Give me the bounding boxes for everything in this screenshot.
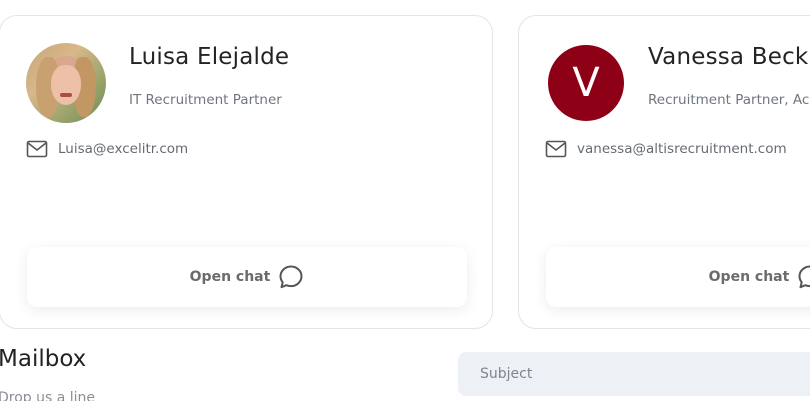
contact-email[interactable]: vanessa@altisrecruitment.com: [577, 141, 787, 157]
avatar: [26, 43, 106, 123]
open-chat-label: Open chat: [189, 269, 271, 285]
chat-bubble-icon: [798, 265, 810, 289]
envelope-icon: [26, 140, 48, 158]
chat-bubble-icon: [279, 265, 303, 289]
open-chat-button[interactable]: Open chat: [546, 247, 810, 307]
open-chat-label: Open chat: [708, 269, 790, 285]
avatar: V: [548, 45, 624, 121]
contact-name: Luisa Elejalde: [129, 44, 290, 70]
subject-input[interactable]: [458, 352, 810, 396]
envelope-icon: [545, 140, 567, 158]
contact-card-luisa: Luisa Elejalde IT Recruitment Partner Lu…: [0, 15, 493, 329]
contact-email[interactable]: Luisa@excelitr.com: [58, 141, 188, 157]
open-chat-button[interactable]: Open chat: [27, 247, 467, 307]
contact-email-row[interactable]: vanessa@altisrecruitment.com: [545, 140, 787, 158]
mailbox-title: Mailbox: [0, 346, 87, 372]
page: Luisa Elejalde IT Recruitment Partner Lu…: [0, 0, 810, 401]
contact-role: Recruitment Partner, Ac: [648, 92, 810, 108]
mailbox-subtitle: Drop us a line: [0, 390, 96, 401]
contact-role: IT Recruitment Partner: [129, 92, 282, 108]
contact-card-vanessa: V Vanessa Beck Recruitment Partner, Ac v…: [518, 15, 810, 329]
contact-email-row[interactable]: Luisa@excelitr.com: [26, 140, 188, 158]
contact-name: Vanessa Beck: [648, 44, 809, 70]
